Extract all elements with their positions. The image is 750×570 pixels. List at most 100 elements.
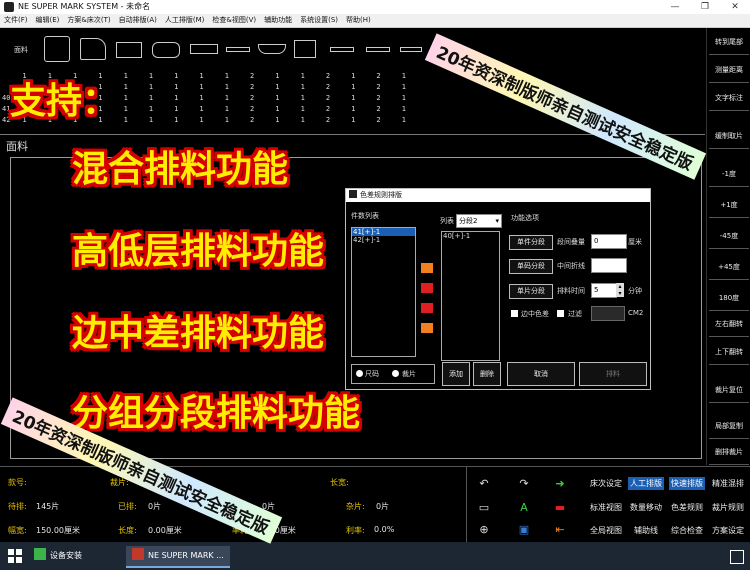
arrow-right-icon[interactable]: ➜ [552, 477, 568, 491]
overlay-feature: 混合排料功能 [72, 149, 289, 190]
windows-start-icon[interactable] [8, 549, 22, 563]
misc-label: 杂片: [346, 502, 365, 511]
taskbar: 设备安装 NE SUPER MARK ... [0, 542, 750, 570]
menu-assist[interactable]: 辅助功能 [260, 14, 296, 27]
piece-shape[interactable] [116, 42, 142, 58]
arranged-label: 已排: [118, 502, 137, 511]
measure-button[interactable]: 测量距离 [709, 58, 749, 83]
bed-setting-button[interactable]: 床次设定 [588, 477, 624, 490]
style-label: 款号: [8, 478, 27, 487]
single-piece-button[interactable]: 单片分段 [509, 284, 553, 299]
step-icon[interactable]: ⇤ [552, 523, 568, 537]
list-item[interactable]: 40[+]-1 [442, 232, 499, 240]
taskbar-item-active[interactable]: NE SUPER MARK ... [126, 546, 230, 568]
segment-overlap-input[interactable]: 0 [591, 234, 627, 249]
list-item[interactable]: 42[+]-1 [352, 236, 415, 244]
move-all-left-icon[interactable] [421, 303, 433, 313]
quick-layout-button[interactable]: 快速排版 [669, 477, 705, 490]
piece-shape[interactable] [226, 47, 250, 52]
local-copy-button[interactable]: 局部复制 [709, 414, 749, 439]
menu-edit[interactable]: 编辑(E) [32, 14, 64, 27]
rotate-plus45-button[interactable]: +45度 [709, 255, 749, 280]
maximize-icon[interactable]: ❐ [690, 0, 720, 14]
menu-settings[interactable]: 系统设置(S) [296, 14, 342, 27]
color-rule-button[interactable]: 色差规则 [669, 501, 705, 514]
undo-icon[interactable]: ↶ [476, 477, 492, 491]
piece-shape[interactable] [258, 44, 286, 54]
piece-shape[interactable] [190, 44, 218, 54]
list-item[interactable]: 41[+]-1 [352, 228, 415, 236]
piece-shape[interactable] [330, 47, 354, 52]
time-spinner[interactable]: ▴ ▾ [616, 283, 624, 297]
text-annotate-button[interactable]: 文字标注 [709, 86, 749, 111]
guide-line-button[interactable]: 辅助线 [632, 524, 660, 537]
zoom-in-icon[interactable]: ⊕ [476, 523, 492, 537]
redo-icon[interactable]: ↷ [516, 477, 532, 491]
move-right-icon[interactable] [421, 263, 433, 273]
menu-view[interactable]: 检查&视图(V) [208, 14, 260, 27]
standard-view-button[interactable]: 标准视图 [588, 501, 624, 514]
quantity-move-button[interactable]: 数量移动 [628, 501, 664, 514]
precise-mix-button[interactable]: 精准混排 [710, 477, 746, 490]
menu-file[interactable]: 文件(F) [0, 14, 32, 27]
column-list[interactable]: 40[+]-1 [441, 231, 500, 361]
overlay-feature: 高低层排料功能 [72, 231, 325, 272]
minimize-icon[interactable]: — [660, 0, 690, 14]
options-label: 功能选项 [511, 214, 539, 222]
close-icon[interactable]: ✕ [720, 0, 750, 14]
canvas-label: 面料 [6, 140, 28, 153]
move-all-right-icon[interactable] [421, 283, 433, 293]
notification-icon[interactable] [730, 550, 744, 564]
rotate-180-button[interactable]: 180度 [709, 286, 749, 311]
book-icon[interactable]: ▣ [516, 523, 532, 537]
check-button[interactable]: 综合检查 [669, 524, 705, 537]
goto-end-button[interactable]: 转到尾部 [709, 30, 749, 55]
move-left-icon[interactable] [421, 323, 433, 333]
filter-input[interactable] [591, 306, 625, 321]
pending-value: 145片 [36, 502, 60, 511]
menu-manual[interactable]: 人工排版(M) [161, 14, 209, 27]
ruler-icon[interactable]: ▭ [476, 501, 492, 515]
piece-shape[interactable] [294, 40, 316, 58]
column-label: 列表 [440, 217, 454, 225]
mid-fold-label: 中间折线 [557, 262, 585, 270]
mid-fold-input[interactable] [591, 258, 627, 273]
piece-list[interactable]: 41[+]-1 42[+]-1 [351, 227, 416, 357]
menu-help[interactable]: 帮助(H) [342, 14, 375, 27]
flip-vertical-button[interactable]: 上下翻转 [709, 340, 749, 365]
piece-shape[interactable] [80, 38, 106, 60]
rotate-minus45-button[interactable]: -45度 [709, 224, 749, 249]
piece-shape[interactable] [366, 47, 390, 52]
piece-rule-button[interactable]: 裁片规则 [710, 501, 746, 514]
delete-button[interactable]: 删除 [473, 362, 501, 386]
manual-layout-button[interactable]: 人工排版 [628, 477, 664, 490]
piece-shape[interactable] [152, 42, 180, 58]
add-button[interactable]: 添加 [442, 362, 470, 386]
taskbar-item[interactable]: 设备安装 [34, 546, 82, 566]
cancel-button[interactable]: 取消 [507, 362, 575, 386]
pick-piece-button[interactable]: 缓制取片 [709, 124, 749, 149]
global-view-button[interactable]: 全局视图 [588, 524, 624, 537]
piece-shape[interactable] [400, 47, 422, 52]
reset-piece-button[interactable]: 裁片复位 [709, 378, 749, 403]
piece-shape[interactable] [44, 36, 70, 62]
rotate-plus1-button[interactable]: +1度 [709, 193, 749, 218]
flip-horizontal-button[interactable]: 左右翻转 [709, 312, 749, 337]
radio-size[interactable] [356, 370, 363, 377]
ok-button[interactable]: 排料 [579, 362, 647, 386]
single-code-button[interactable]: 单码分段 [509, 259, 553, 274]
cut-icon[interactable]: ▬ [552, 501, 568, 515]
menu-auto[interactable]: 自动排版(A) [115, 14, 161, 27]
plan-setting-button[interactable]: 方案设定 [710, 524, 746, 537]
text-icon[interactable]: A [516, 501, 532, 515]
menu-plan[interactable]: 方案&床次(T) [63, 14, 114, 27]
edge-diff-checkbox[interactable] [511, 310, 518, 317]
filter-checkbox[interactable] [557, 310, 564, 317]
delete-piece-button[interactable]: 删排裁片 [709, 440, 749, 465]
radio-piece[interactable] [392, 370, 399, 377]
group-select[interactable]: 分段2 ▾ [456, 214, 502, 228]
time-input[interactable]: 5 [591, 283, 617, 298]
single-group-button[interactable]: 单件分段 [509, 235, 553, 250]
rotate-minus1-button[interactable]: -1度 [709, 162, 749, 187]
width-label: 幅宽: [8, 526, 27, 535]
